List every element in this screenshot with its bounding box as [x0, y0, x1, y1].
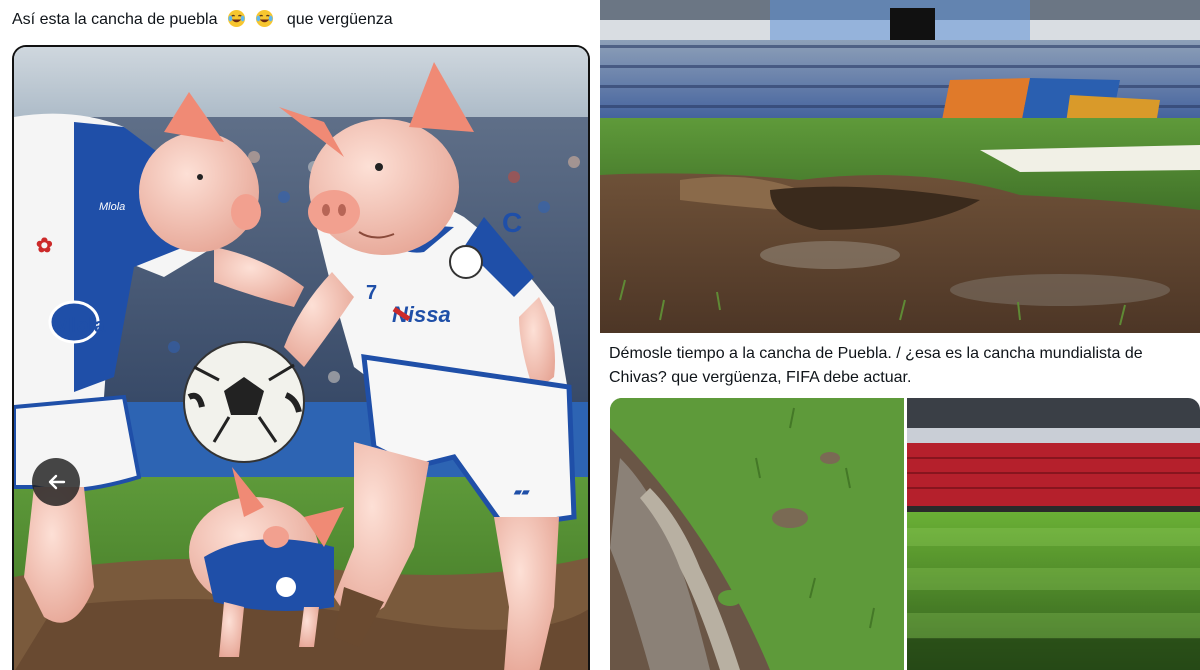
left-pig-chest-text: Mlola [99, 201, 125, 213]
chivas-stadium-scene [907, 398, 1200, 670]
shorts-brand: ▰▰ [513, 487, 530, 498]
worn-pitch-closeup [610, 398, 904, 670]
pig-soccer-illustration: ✿ Mlola Mlola C Nissa 7 ▰▰ [14, 47, 588, 670]
main-pig-crest: C [502, 207, 522, 238]
face-with-tears-of-joy-icon [227, 9, 245, 28]
left-post: Así esta la cancha de puebla que vergüen… [0, 0, 598, 670]
left-pig-shorts-text: Mlola [54, 315, 106, 337]
puebla-stadium-scene [600, 0, 1200, 333]
arrow-left-icon [48, 474, 66, 490]
left-post-caption: Así esta la cancha de puebla que vergüen… [12, 9, 393, 31]
left-pig-sponsor: ✿ [36, 235, 53, 257]
puebla-damaged-pitch-photo[interactable] [600, 0, 1200, 333]
previous-image-button[interactable] [32, 458, 80, 506]
jersey-number: 7 [366, 282, 377, 304]
caption-suffix: que vergüenza [286, 11, 393, 28]
right-post: Démosle tiempo a la cancha de Puebla. / … [600, 333, 1200, 670]
caption-text: Así esta la cancha de puebla [12, 11, 218, 28]
right-post-caption: Démosle tiempo a la cancha de Puebla. / … [609, 345, 1143, 386]
chivas-stadium-photo[interactable] [907, 398, 1200, 670]
muddy-grass-photo[interactable] [610, 398, 904, 670]
pig-soccer-image[interactable]: ✿ Mlola Mlola C Nissa 7 ▰▰ [12, 45, 590, 670]
face-with-tears-of-joy-icon [256, 9, 274, 28]
